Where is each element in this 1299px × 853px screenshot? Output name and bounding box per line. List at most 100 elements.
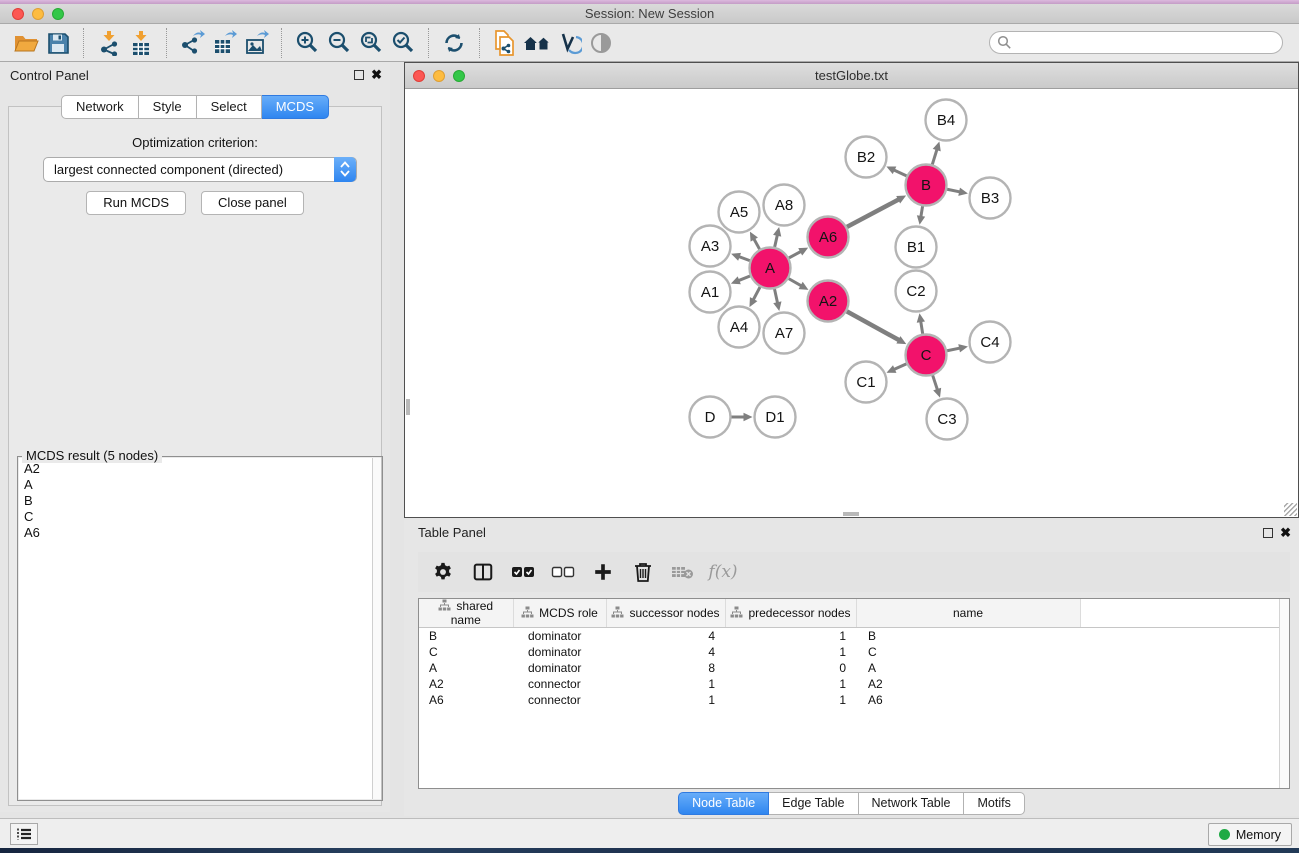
- table-cell[interactable]: connector: [513, 676, 606, 692]
- canvas-vscroll-thumb[interactable]: [406, 399, 410, 415]
- export-image-button[interactable]: [240, 27, 272, 59]
- table-cell[interactable]: C: [856, 644, 1080, 660]
- export-network-button[interactable]: [176, 27, 208, 59]
- edge-C-C4[interactable]: [947, 348, 960, 351]
- edge-A-A2[interactable]: [789, 279, 802, 286]
- network-window-titlebar[interactable]: testGlobe.txt: [405, 63, 1298, 89]
- run-mcds-button[interactable]: Run MCDS: [86, 191, 186, 215]
- mcds-result-item[interactable]: C: [24, 509, 381, 525]
- delete-table-button[interactable]: [670, 559, 696, 585]
- table-cell[interactable]: 0: [725, 660, 856, 676]
- edge-A-A1[interactable]: [738, 276, 750, 281]
- edge-A6-B[interactable]: [847, 199, 899, 227]
- table-row[interactable]: Bdominator41B: [419, 628, 1288, 644]
- edge-A2-C[interactable]: [847, 311, 899, 340]
- tab-edge-table[interactable]: Edge Table: [769, 792, 858, 815]
- table-cell[interactable]: 1: [606, 692, 725, 708]
- close-table-panel-icon[interactable]: ✖: [1280, 528, 1291, 538]
- table-row[interactable]: A6connector11A6: [419, 692, 1288, 708]
- zoom-in-button[interactable]: [291, 27, 323, 59]
- node-table-grid[interactable]: shared nameMCDS rolesuccessor nodesprede…: [419, 599, 1288, 708]
- close-panel-icon[interactable]: ✖: [371, 70, 382, 80]
- memory-button[interactable]: Memory: [1208, 823, 1292, 846]
- node-table[interactable]: shared nameMCDS rolesuccessor nodesprede…: [418, 598, 1290, 789]
- table-cell[interactable]: A: [856, 660, 1080, 676]
- edge-B-B3[interactable]: [947, 189, 960, 192]
- function-builder-button[interactable]: f(x): [710, 559, 736, 585]
- canvas-hscroll-thumb[interactable]: [843, 512, 859, 516]
- table-cell[interactable]: 4: [606, 644, 725, 660]
- edge-C-C2[interactable]: [921, 321, 923, 334]
- edge-A-A3[interactable]: [739, 256, 750, 260]
- table-header[interactable]: shared nameMCDS rolesuccessor nodesprede…: [419, 599, 1288, 628]
- edge-A-A6[interactable]: [789, 251, 801, 257]
- zoom-out-button[interactable]: [323, 27, 355, 59]
- table-cell[interactable]: 8: [606, 660, 725, 676]
- table-body[interactable]: Bdominator41BCdominator41CAdominator80AA…: [419, 628, 1288, 708]
- edge-C-C3[interactable]: [933, 375, 938, 390]
- table-cell[interactable]: 1: [606, 676, 725, 692]
- table-cell[interactable]: 1: [725, 676, 856, 692]
- table-cell[interactable]: A2: [419, 676, 513, 692]
- tab-style[interactable]: Style: [139, 95, 197, 119]
- table-cell[interactable]: connector: [513, 692, 606, 708]
- table-cell[interactable]: B: [856, 628, 1080, 644]
- tab-network-table[interactable]: Network Table: [859, 792, 965, 815]
- export-table-button[interactable]: [208, 27, 240, 59]
- table-cell[interactable]: A6: [419, 692, 513, 708]
- show-column-panel-button[interactable]: [470, 559, 496, 585]
- float-panel-icon[interactable]: [354, 70, 364, 80]
- tab-network[interactable]: Network: [61, 95, 139, 119]
- table-cell[interactable]: 1: [725, 628, 856, 644]
- cybrowser-button[interactable]: [553, 27, 585, 59]
- select-all-columns-button[interactable]: [510, 559, 536, 585]
- network-document-button[interactable]: [489, 27, 521, 59]
- edge-A-A7[interactable]: [775, 289, 778, 303]
- window-resize-grip[interactable]: [1284, 503, 1297, 516]
- table-cell[interactable]: dominator: [513, 628, 606, 644]
- save-session-button[interactable]: [42, 27, 74, 59]
- table-cell[interactable]: dominator: [513, 660, 606, 676]
- column-header-predecessor-nodes[interactable]: predecessor nodes: [725, 599, 856, 628]
- home-views-button[interactable]: [521, 27, 553, 59]
- table-cell[interactable]: C: [419, 644, 513, 660]
- table-row[interactable]: A2connector11A2: [419, 676, 1288, 692]
- edge-C-C1[interactable]: [894, 364, 907, 370]
- zoom-selected-button[interactable]: [387, 27, 419, 59]
- table-row[interactable]: Adominator80A: [419, 660, 1288, 676]
- edge-B-B1[interactable]: [921, 206, 923, 217]
- table-cell[interactable]: A6: [856, 692, 1080, 708]
- edge-B-B2[interactable]: [894, 170, 907, 176]
- column-header-MCDS-role[interactable]: MCDS role: [513, 599, 606, 628]
- delete-columns-button[interactable]: [630, 559, 656, 585]
- mcds-result-item[interactable]: A6: [24, 525, 381, 541]
- apply-layout-button[interactable]: [438, 27, 470, 59]
- edge-B-B4[interactable]: [932, 149, 937, 164]
- import-network-button[interactable]: [93, 27, 125, 59]
- select-stepper[interactable]: [334, 157, 356, 182]
- tab-select[interactable]: Select: [197, 95, 262, 119]
- result-scrollbar[interactable]: [372, 458, 381, 799]
- tab-mcds[interactable]: MCDS: [262, 95, 329, 119]
- table-cell[interactable]: A: [419, 660, 513, 676]
- table-cell[interactable]: 1: [725, 644, 856, 660]
- table-cell[interactable]: 1: [725, 692, 856, 708]
- app-titlebar[interactable]: Session: New Session: [0, 4, 1299, 24]
- network-canvas[interactable]: B4B2BB3A8A5A6A3B1AC2A1A2A4A7C4CC1C3DD1: [405, 89, 1298, 517]
- network-graph[interactable]: B4B2BB3A8A5A6A3B1AC2A1A2A4A7C4CC1C3DD1: [405, 89, 1298, 517]
- edge-A-A4[interactable]: [753, 287, 760, 300]
- edge-A-A8[interactable]: [775, 235, 778, 247]
- tab-motifs[interactable]: Motifs: [964, 792, 1024, 815]
- tab-node-table[interactable]: Node Table: [678, 792, 769, 815]
- column-header-successor-nodes[interactable]: successor nodes: [606, 599, 725, 628]
- column-header-name[interactable]: name: [856, 599, 1080, 628]
- table-scrollbar[interactable]: [1279, 599, 1289, 788]
- mcds-result-item[interactable]: B: [24, 493, 381, 509]
- unselect-all-columns-button[interactable]: [550, 559, 576, 585]
- close-panel-button[interactable]: Close panel: [201, 191, 304, 215]
- zoom-fit-button[interactable]: [355, 27, 387, 59]
- edge-A-A5[interactable]: [754, 239, 760, 250]
- mcds-result-item[interactable]: A2: [24, 461, 381, 477]
- optimization-criterion-select[interactable]: largest connected component (directed): [43, 157, 357, 182]
- open-session-button[interactable]: [10, 27, 42, 59]
